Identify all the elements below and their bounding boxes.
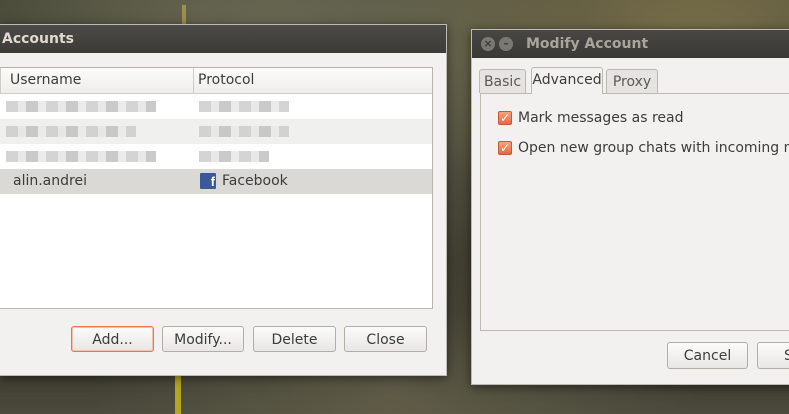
accounts-list[interactable]: Username Protocol alin.andrei f Facebook — [0, 67, 433, 309]
accounts-window: Accounts Username Protocol alin.andrei f… — [0, 24, 447, 376]
column-header-username[interactable]: Username — [0, 68, 194, 93]
cancel-button[interactable]: Cancel — [667, 342, 748, 369]
accounts-titlebar[interactable]: Accounts — [0, 25, 446, 53]
column-header-protocol[interactable]: Protocol — [193, 68, 428, 93]
close-icon[interactable]: × — [481, 37, 495, 51]
table-row-redacted[interactable] — [0, 94, 432, 119]
delete-button[interactable]: Delete — [253, 326, 336, 352]
modify-account-window: × – Modify Account Basic Advanced Proxy … — [471, 29, 789, 385]
checkbox-checked-icon[interactable]: ✓ — [498, 111, 512, 125]
wallpaper-detail — [175, 372, 181, 414]
redacted-text — [6, 101, 156, 112]
window-title: Accounts — [2, 31, 75, 47]
option-label: Mark messages as read — [518, 110, 684, 126]
tab-advanced[interactable]: Advanced — [531, 67, 603, 94]
table-row-redacted[interactable] — [0, 144, 432, 169]
redacted-text — [199, 151, 269, 162]
option-label: Open new group chats with incoming mes — [518, 140, 789, 156]
facebook-icon: f — [200, 173, 216, 189]
table-row[interactable]: alin.andrei f Facebook — [0, 169, 432, 194]
add-button[interactable]: Add... — [71, 326, 154, 352]
redacted-text — [199, 126, 289, 137]
modify-titlebar[interactable]: × – Modify Account — [472, 30, 789, 58]
modify-button[interactable]: Modify... — [162, 326, 244, 352]
redacted-text — [199, 101, 289, 112]
advanced-panel: ✓ Mark messages as read ✓ Open new group… — [480, 93, 789, 331]
tab-basic[interactable]: Basic — [479, 69, 526, 93]
redacted-text — [6, 151, 156, 162]
window-title: Modify Account — [526, 36, 649, 52]
close-button[interactable]: Close — [344, 326, 427, 352]
checkbox-checked-icon[interactable]: ✓ — [498, 141, 512, 155]
minimize-icon[interactable]: – — [499, 37, 513, 51]
protocol-cell: Facebook — [222, 173, 288, 189]
table-row-redacted[interactable] — [0, 119, 432, 144]
list-header: Username Protocol — [0, 68, 432, 94]
save-button[interactable]: S — [757, 342, 789, 369]
redacted-text — [6, 126, 136, 137]
username-cell: alin.andrei — [13, 173, 87, 189]
tab-proxy[interactable]: Proxy — [606, 69, 658, 93]
